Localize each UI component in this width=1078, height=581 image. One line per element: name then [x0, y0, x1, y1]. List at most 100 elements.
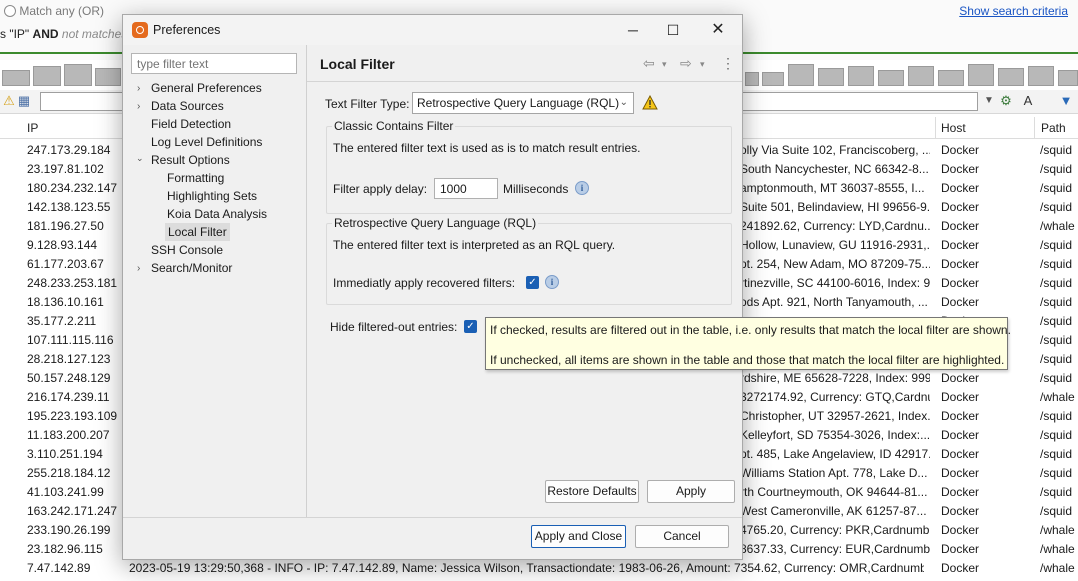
cell-ip: 233.190.26.199: [27, 523, 111, 537]
tree-item-search-monitor[interactable]: Search/Monitor: [151, 261, 232, 275]
histogram-bar: [938, 70, 964, 86]
cell-host: Docker: [941, 238, 980, 252]
show-search-criteria-link[interactable]: Show search criteria: [959, 4, 1068, 18]
histogram-bar: [878, 70, 904, 86]
tree-filter-input[interactable]: [131, 53, 297, 74]
preferences-dialog: Preferences ─ ☐ ✕ › General Preferences …: [122, 14, 743, 560]
cell-message: olly Via Suite 102, Franciscoberg, ...: [740, 143, 930, 157]
selected-value: Retrospective Query Language (RQL): [417, 96, 620, 110]
tree-item-log-level-definitions[interactable]: Log Level Definitions: [151, 135, 262, 149]
cell-path: /squid: [1040, 143, 1073, 157]
classic-group-title: Classic Contains Filter: [332, 119, 456, 133]
cell-host: Docker: [941, 485, 980, 499]
cell-host: Docker: [941, 542, 980, 556]
apply-button[interactable]: Apply: [647, 480, 735, 503]
cell-path: /squid: [1040, 314, 1073, 328]
rql-group-title: Retrospective Query Language (RQL): [332, 216, 539, 230]
text-filter-type-select[interactable]: Retrospective Query Language (RQL) ⌄: [412, 92, 634, 114]
cell-message: Christopher, UT 32957-2621, Index...: [740, 409, 930, 423]
tooltip-line: If checked, results are filtered out in …: [490, 323, 1011, 337]
restore-defaults-button[interactable]: Restore Defaults: [545, 480, 639, 503]
forward-arrow-icon[interactable]: ⇨: [680, 55, 692, 72]
hide-filtered-checkbox[interactable]: ✓: [464, 320, 477, 333]
radio-icon: [4, 5, 16, 17]
cell-path: /squid: [1040, 409, 1073, 423]
info-icon[interactable]: i: [575, 181, 589, 195]
column-header-ip[interactable]: IP: [27, 121, 38, 135]
immediately-apply-checkbox[interactable]: ✓: [526, 276, 539, 289]
cell-ip: 255.218.184.12: [27, 466, 111, 480]
cell-host: Docker: [941, 523, 980, 537]
minimize-button[interactable]: ─: [618, 19, 648, 41]
info-icon[interactable]: i: [545, 275, 559, 289]
column-header-path[interactable]: Path: [1041, 121, 1066, 135]
cell-ip: 163.242.171.247: [27, 504, 117, 518]
tree-item-koia-data-analysis[interactable]: Koia Data Analysis: [167, 207, 267, 221]
cell-message: rtinezville, SC 44100-6016, Index: 9...: [740, 276, 930, 290]
column-separator[interactable]: [935, 117, 936, 139]
tree-item-result-options[interactable]: Result Options: [151, 153, 230, 167]
cell-message: pt. 254, New Adam, MO 87209-75...: [740, 257, 930, 271]
histogram-bar: [968, 64, 994, 86]
tree-item-highlighting-sets[interactable]: Highlighting Sets: [167, 189, 257, 203]
back-arrow-icon[interactable]: ⇦: [643, 55, 655, 72]
match-any-label: Match any (OR): [19, 4, 105, 18]
classic-filter-group: [326, 126, 732, 214]
tree-item-field-detection[interactable]: Field Detection: [151, 117, 231, 131]
font-icon[interactable]: A: [1019, 92, 1037, 110]
cell-host: Docker: [941, 276, 980, 290]
column-header-host[interactable]: Host: [941, 121, 966, 135]
collapse-arrow-icon[interactable]: ⌄: [136, 153, 146, 164]
tree-item-formatting[interactable]: Formatting: [167, 171, 224, 185]
cell-message: 8637.33, Currency: EUR,Cardnumb...: [740, 542, 930, 556]
tree-item-general-preferences[interactable]: General Preferences: [151, 81, 262, 95]
cell-path: /whale: [1040, 523, 1075, 537]
filter-settings-icon[interactable]: ⚙: [997, 92, 1015, 110]
expand-arrow-icon[interactable]: ›: [137, 263, 147, 274]
column-separator[interactable]: [1034, 117, 1035, 139]
cell-ip: 247.173.29.184: [27, 143, 111, 157]
cell-ip: 181.196.27.50: [27, 219, 104, 233]
tree-item-local-filter[interactable]: Local Filter: [165, 223, 230, 241]
funnel-icon[interactable]: ▼: [1057, 92, 1075, 110]
cell-path: /squid: [1040, 162, 1073, 176]
divider: [123, 517, 742, 518]
delay-input[interactable]: 1000: [434, 178, 498, 199]
cancel-button[interactable]: Cancel: [635, 525, 729, 548]
cell-message: 4765.20, Currency: PKR,Cardnumb...: [740, 523, 930, 537]
cell-ip: 3.110.251.194: [27, 447, 103, 461]
view-menu-icon[interactable]: ⋮: [721, 55, 735, 72]
cell-host: Docker: [941, 143, 980, 157]
cell-message: West Cameronville, AK 61257-87...: [740, 504, 927, 518]
table-icon[interactable]: ▦: [15, 92, 33, 110]
expand-arrow-icon[interactable]: ›: [137, 83, 147, 94]
histogram-bar: [998, 68, 1024, 86]
dropdown-arrow-icon[interactable]: ▼: [980, 92, 998, 110]
histogram-bar: [788, 64, 814, 86]
forward-menu-icon[interactable]: ▾: [700, 59, 705, 70]
cell-message: Williams Station Apt. 778, Lake D...: [740, 466, 928, 480]
cell-host: Docker: [941, 219, 980, 233]
cell-host: Docker: [941, 466, 980, 480]
expand-arrow-icon[interactable]: ›: [137, 101, 147, 112]
histogram-bar: [95, 68, 121, 86]
cell-ip: 61.177.203.67: [27, 257, 104, 271]
back-menu-icon[interactable]: ▾: [662, 59, 667, 70]
cell-message: amptonmouth, MT 36037-8555, I...: [740, 181, 925, 195]
tree-item-ssh-console[interactable]: SSH Console: [151, 243, 223, 257]
cell-ip: 11.183.200.207: [27, 428, 110, 442]
cell-ip: 28.218.127.123: [27, 352, 111, 366]
apply-and-close-button[interactable]: Apply and Close: [531, 525, 626, 548]
rql-group: [326, 223, 732, 305]
cell-path: /squid: [1040, 181, 1073, 195]
tree-item-data-sources[interactable]: Data Sources: [151, 99, 224, 113]
app-logo-icon: [132, 22, 148, 38]
splitter[interactable]: [306, 45, 307, 517]
match-any-radio[interactable]: Match any (OR): [4, 4, 104, 18]
cell-message: 3272174.92, Currency: GTQ,Cardnu...: [740, 390, 930, 404]
maximize-button[interactable]: ☐: [658, 19, 688, 41]
cell-message: rth Courtneymouth, OK 94644-81...: [740, 485, 928, 499]
close-button[interactable]: ✕: [703, 19, 733, 41]
cell-path: /whale: [1040, 542, 1075, 556]
histogram-bar: [745, 72, 759, 86]
